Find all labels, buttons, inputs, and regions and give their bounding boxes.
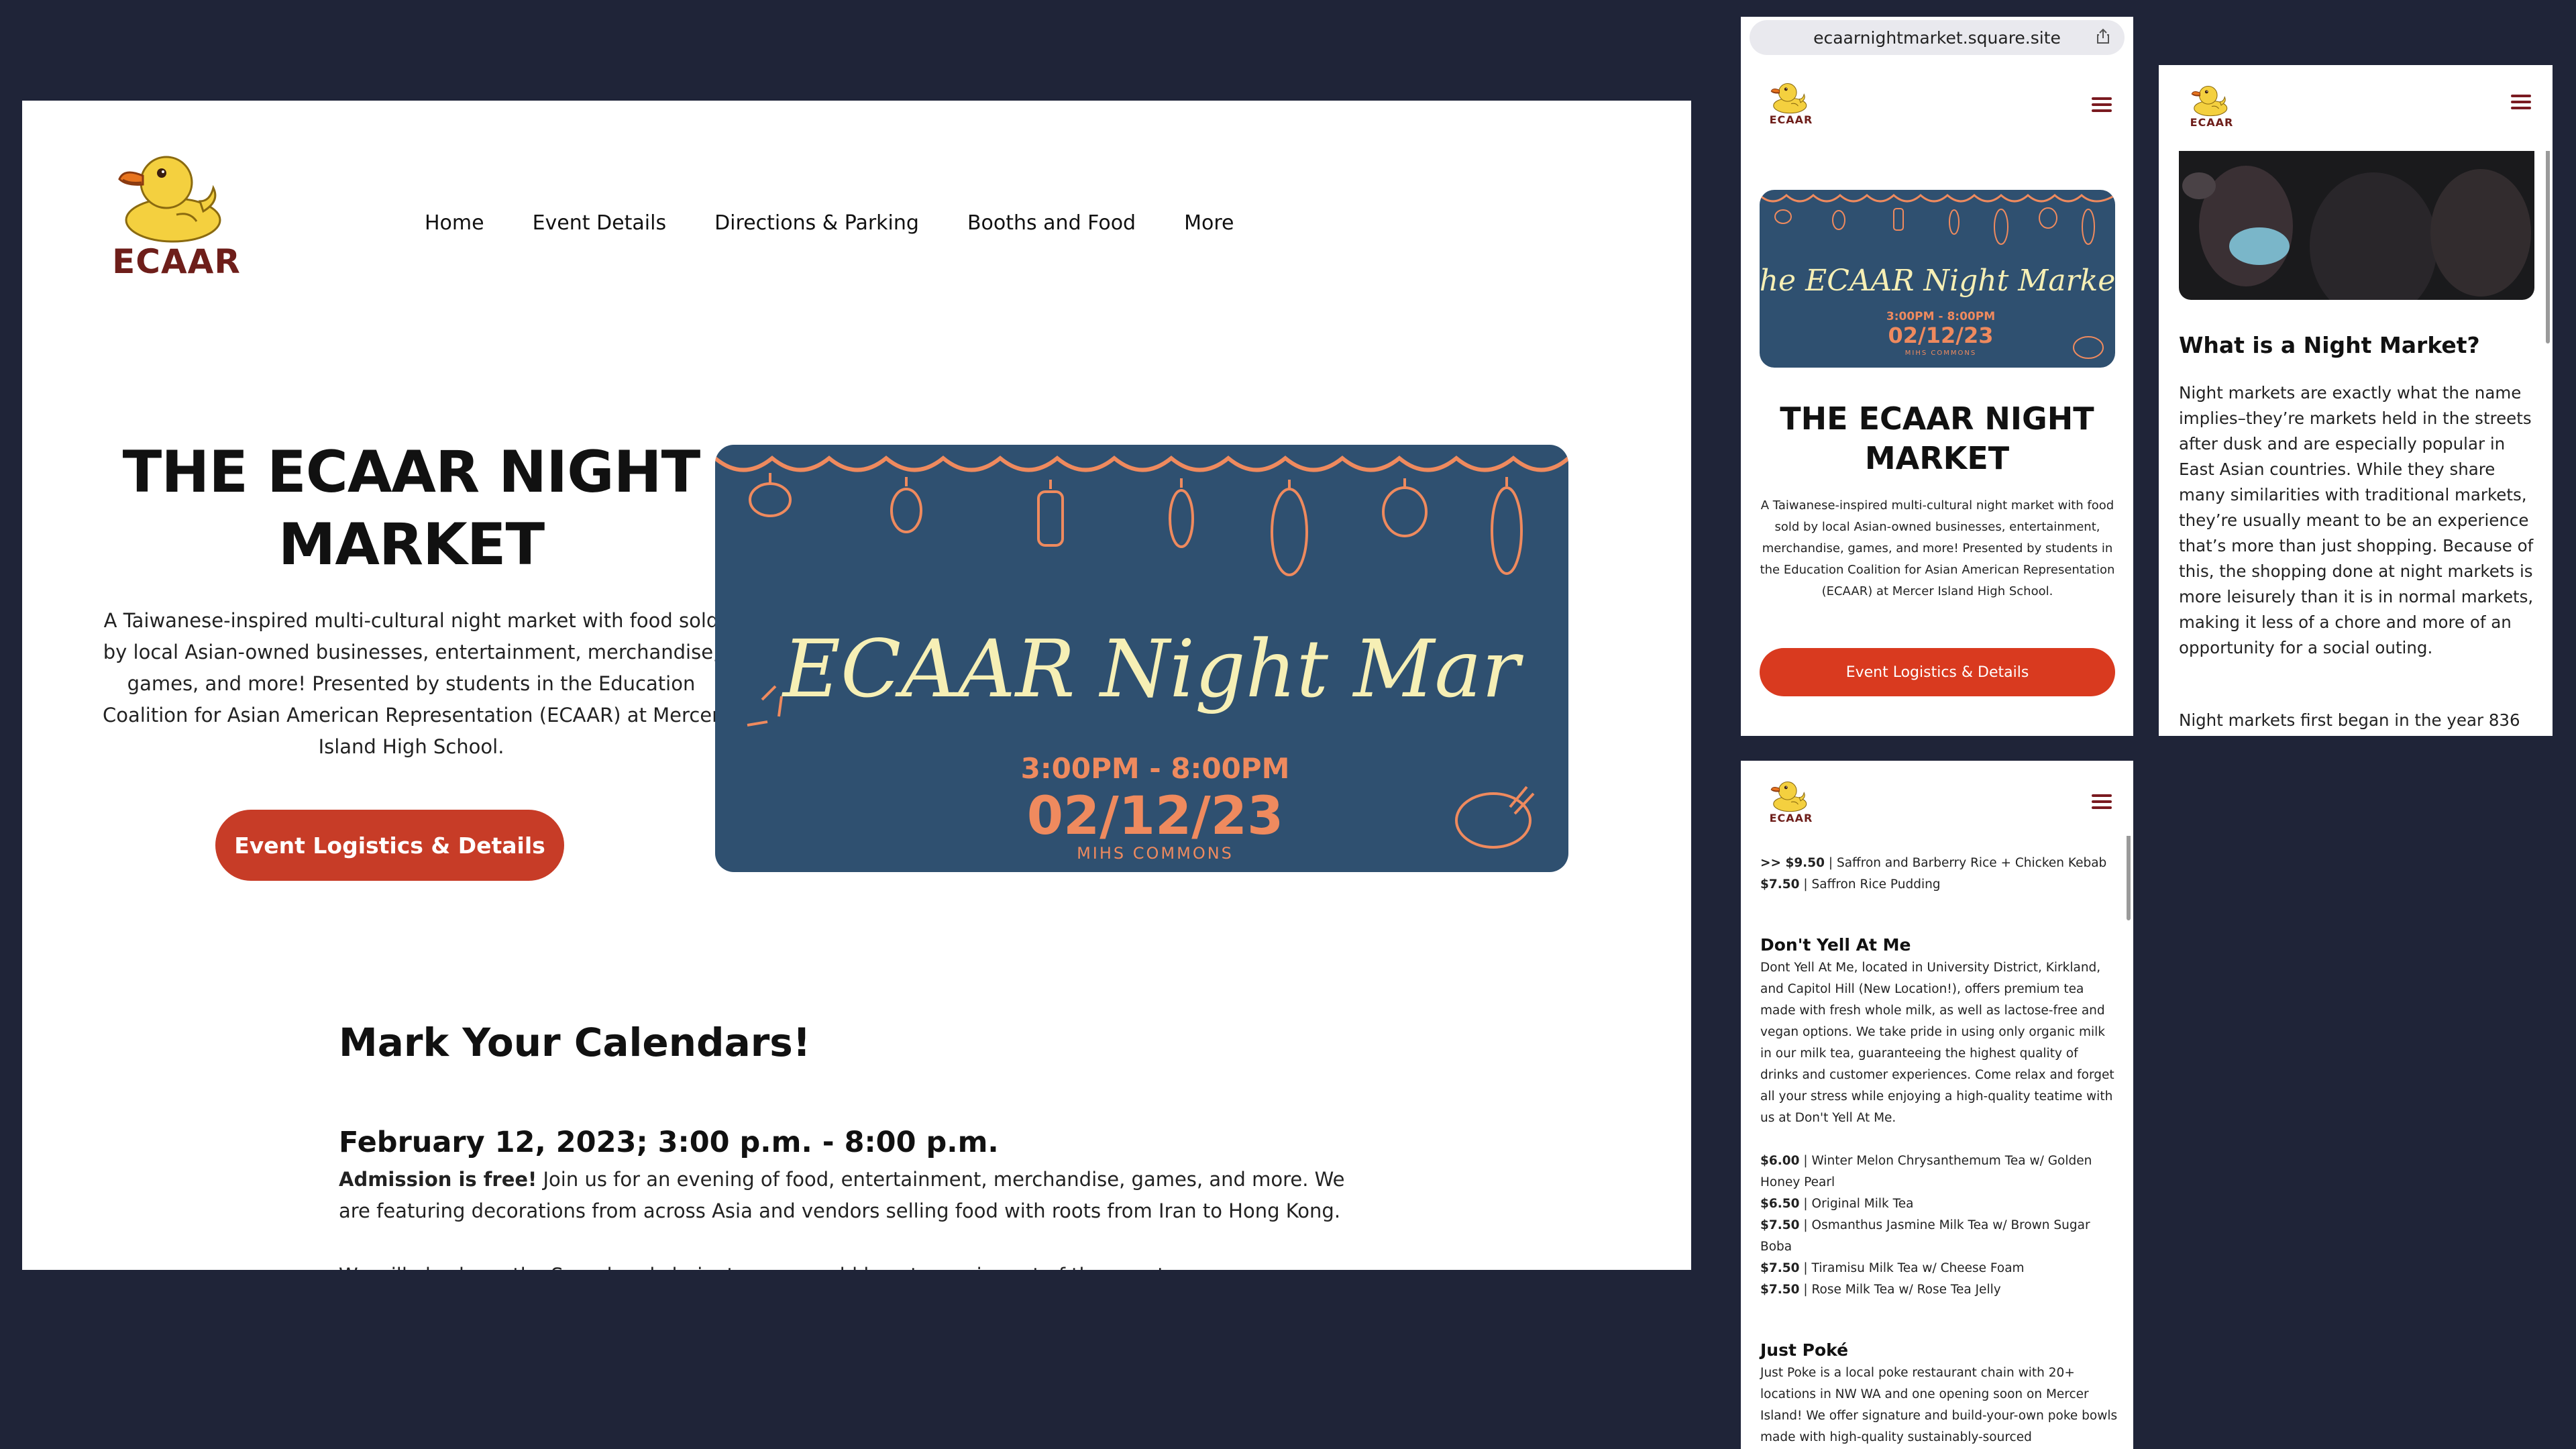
vendor-name-just-poke: Just Poké <box>1760 1340 1849 1360</box>
event-logistics-button[interactable]: Event Logistics & Details <box>215 810 564 881</box>
banner-date: 02/12/23 <box>1027 786 1284 847</box>
menu-name: | Saffron and Barberry Rice + Chicken Ke… <box>1824 856 2107 870</box>
ecaar-logo[interactable]: ECAAR <box>1768 80 1815 126</box>
night-market-heading: What is a Night Market? <box>2179 332 2480 358</box>
hero-banner-image: the ECAAR Night Market 3:00PM - 8:00PM 0… <box>1760 190 2115 368</box>
menu-price: $7.50 <box>1760 1283 1800 1297</box>
hamburger-menu-icon[interactable] <box>2511 95 2531 113</box>
main-nav: Home Event Details Directions & Parking … <box>425 211 1234 235</box>
duck-logo-icon <box>1768 80 1815 115</box>
menu-price: $7.50 <box>1760 1218 1800 1232</box>
menu-name: | Saffron Rice Pudding <box>1799 877 1941 892</box>
hero-banner-image: ECAAR Night Mar 3:00PM - 8:00PM 02/12/23… <box>715 445 1568 872</box>
menu-item: $6.00 | Winter Melon Chrysanthemum Tea w… <box>1760 1150 2119 1193</box>
mobile-header: ECAAR <box>1741 761 2133 836</box>
vendor-description: Just Poke is a local poke restaurant cha… <box>1760 1366 2118 1444</box>
menu-price: $6.00 <box>1760 1154 1800 1168</box>
ecaar-logo[interactable]: ECAAR <box>2188 83 2235 129</box>
mobile-header: ECAAR <box>1741 65 2133 146</box>
banner-time: 3:00PM - 8:00PM <box>1886 310 1995 323</box>
menu-name: | Tiramisu Milk Tea w/ Cheese Foam <box>1799 1261 2025 1275</box>
mobile-booths-preview: >> $9.50 | Saffron and Barberry Rice + C… <box>1741 761 2133 1449</box>
duck-logo-icon <box>2188 83 2235 117</box>
banner-headline: ECAAR Night Mar <box>782 623 1524 715</box>
banner-headline: the ECAAR Night Market <box>1760 264 2115 298</box>
night-market-paragraph: Night markets are exactly what the name … <box>2179 383 2534 657</box>
menu-item: $7.50 | Rose Milk Tea w/ Rose Tea Jelly <box>1760 1279 2119 1301</box>
menu-price: $6.50 <box>1760 1197 1800 1211</box>
banner-venue: MIHS COMMONS <box>1077 844 1234 863</box>
menu-name: | Original Milk Tea <box>1799 1197 1914 1211</box>
admission-bold: Admission is free! <box>339 1168 537 1191</box>
menu-item: $6.50 | Original Milk Tea <box>1760 1193 2119 1215</box>
hero-description: A Taiwanese-inspired multi-cultural nigh… <box>102 609 720 758</box>
cut-off-paragraph: We will also have the Sound and clarinet… <box>339 1260 1345 1270</box>
duck-logo-icon <box>109 148 244 245</box>
scrollbar[interactable] <box>2546 119 2550 343</box>
logo-text: ECAAR <box>1769 812 1813 824</box>
crowd-photo <box>2179 146 2534 300</box>
event-logistics-button[interactable]: Event Logistics & Details <box>1760 648 2115 696</box>
menu-item: $7.50 | Tiramisu Milk Tea w/ Cheese Foam <box>1760 1258 2119 1279</box>
vendor-name-dont-yell-at-me: Don't Yell At Me <box>1760 935 1911 955</box>
banner-date: 02/12/23 <box>1888 323 1994 348</box>
nav-event-details[interactable]: Event Details <box>533 211 666 235</box>
browser-url-bar[interactable]: ecaarnightmarket.square.site <box>1750 20 2125 55</box>
menu-price: $7.50 <box>1760 877 1800 892</box>
ecaar-logo[interactable]: ECAAR <box>109 148 244 281</box>
hamburger-menu-icon[interactable] <box>2092 794 2112 812</box>
ecaar-logo[interactable]: ECAAR <box>1768 778 1815 824</box>
hamburger-menu-icon[interactable] <box>2092 97 2112 115</box>
desktop-preview: ECAAR Home Event Details Directions & Pa… <box>22 101 1691 1270</box>
nav-more[interactable]: More <box>1184 211 1234 235</box>
hero-title: THE ECAAR NIGHT MARKET <box>1780 400 2094 476</box>
menu-name: | Winter Melon Chrysanthemum Tea w/ Gold… <box>1760 1154 2092 1189</box>
nav-home[interactable]: Home <box>425 211 484 235</box>
menu-price: $7.50 <box>1760 1261 1800 1275</box>
nav-directions-parking[interactable]: Directions & Parking <box>714 211 919 235</box>
nav-booths-food[interactable]: Booths and Food <box>967 211 1136 235</box>
duck-logo-icon <box>1768 778 1815 813</box>
calendar-heading: Mark Your Calendars! <box>339 1020 811 1065</box>
mobile-header: ECAAR <box>2159 65 2553 151</box>
night-market-paragraph-2: Night markets first began in the year 83… <box>2179 710 2520 730</box>
logo-text: ECAAR <box>2190 116 2234 129</box>
admission-paragraph: Admission is free! Join us for an evenin… <box>339 1164 1345 1227</box>
mobile-night-market-info-preview: ECAAR What is a Night Market? Night mark… <box>2159 65 2553 736</box>
hero-description: A Taiwanese-inspired multi-cultural nigh… <box>1760 498 2115 598</box>
menu-name: | Rose Milk Tea w/ Rose Tea Jelly <box>1799 1283 2001 1297</box>
menu-item: $7.50 | Osmanthus Jasmine Milk Tea w/ Br… <box>1760 1215 2119 1258</box>
mobile-home-preview: ecaarnightmarket.square.site ECAAR the E… <box>1741 17 2133 736</box>
logo-text: ECAAR <box>112 242 241 281</box>
menu-item: $7.50 | Saffron Rice Pudding <box>1760 874 2119 896</box>
banner-venue: MIHS COMMONS <box>1905 350 1976 357</box>
banner-time: 3:00PM - 8:00PM <box>1021 752 1290 785</box>
vendor-list: >> $9.50 | Saffron and Barberry Rice + C… <box>1760 831 2119 1448</box>
menu-item: >> $9.50 | Saffron and Barberry Rice + C… <box>1760 853 2119 874</box>
hero-title: THE ECAAR NIGHT MARKET <box>122 439 701 578</box>
share-icon[interactable] <box>2096 28 2110 44</box>
vendor-description: Dont Yell At Me, located in University D… <box>1760 961 2114 1125</box>
menu-name: | Osmanthus Jasmine Milk Tea w/ Brown Su… <box>1760 1218 2090 1254</box>
logo-text: ECAAR <box>1769 113 1813 126</box>
menu-price: >> $9.50 <box>1760 856 1825 870</box>
url-text: ecaarnightmarket.square.site <box>1813 28 2061 48</box>
event-date-line: February 12, 2023; 3:00 p.m. - 8:00 p.m. <box>339 1126 999 1159</box>
